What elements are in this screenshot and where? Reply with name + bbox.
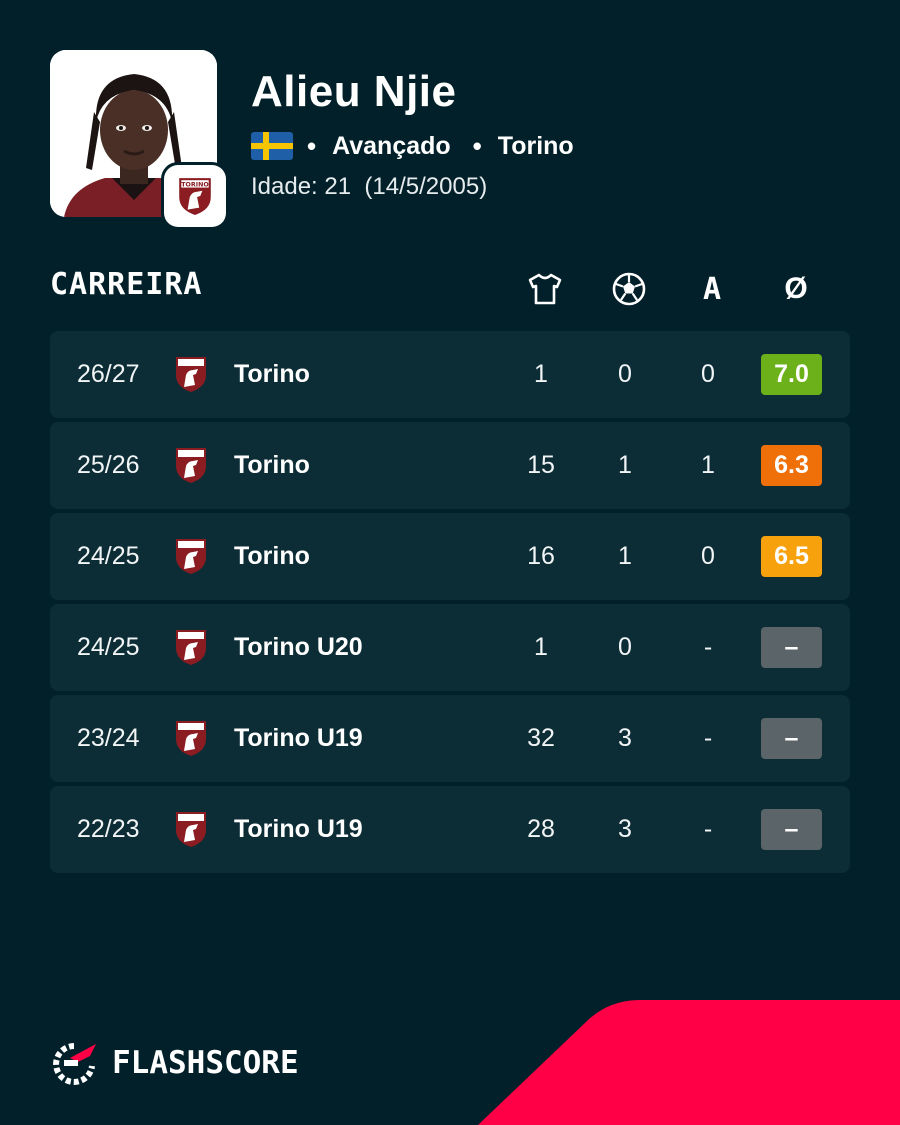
- flashscore-logo-icon: [53, 1043, 96, 1085]
- brand-accent-shape: [478, 1000, 900, 1125]
- brand-name: FLASHSCORE: [112, 1045, 299, 1081]
- flashscore-logo: FLASHSCORE: [50, 1040, 299, 1086]
